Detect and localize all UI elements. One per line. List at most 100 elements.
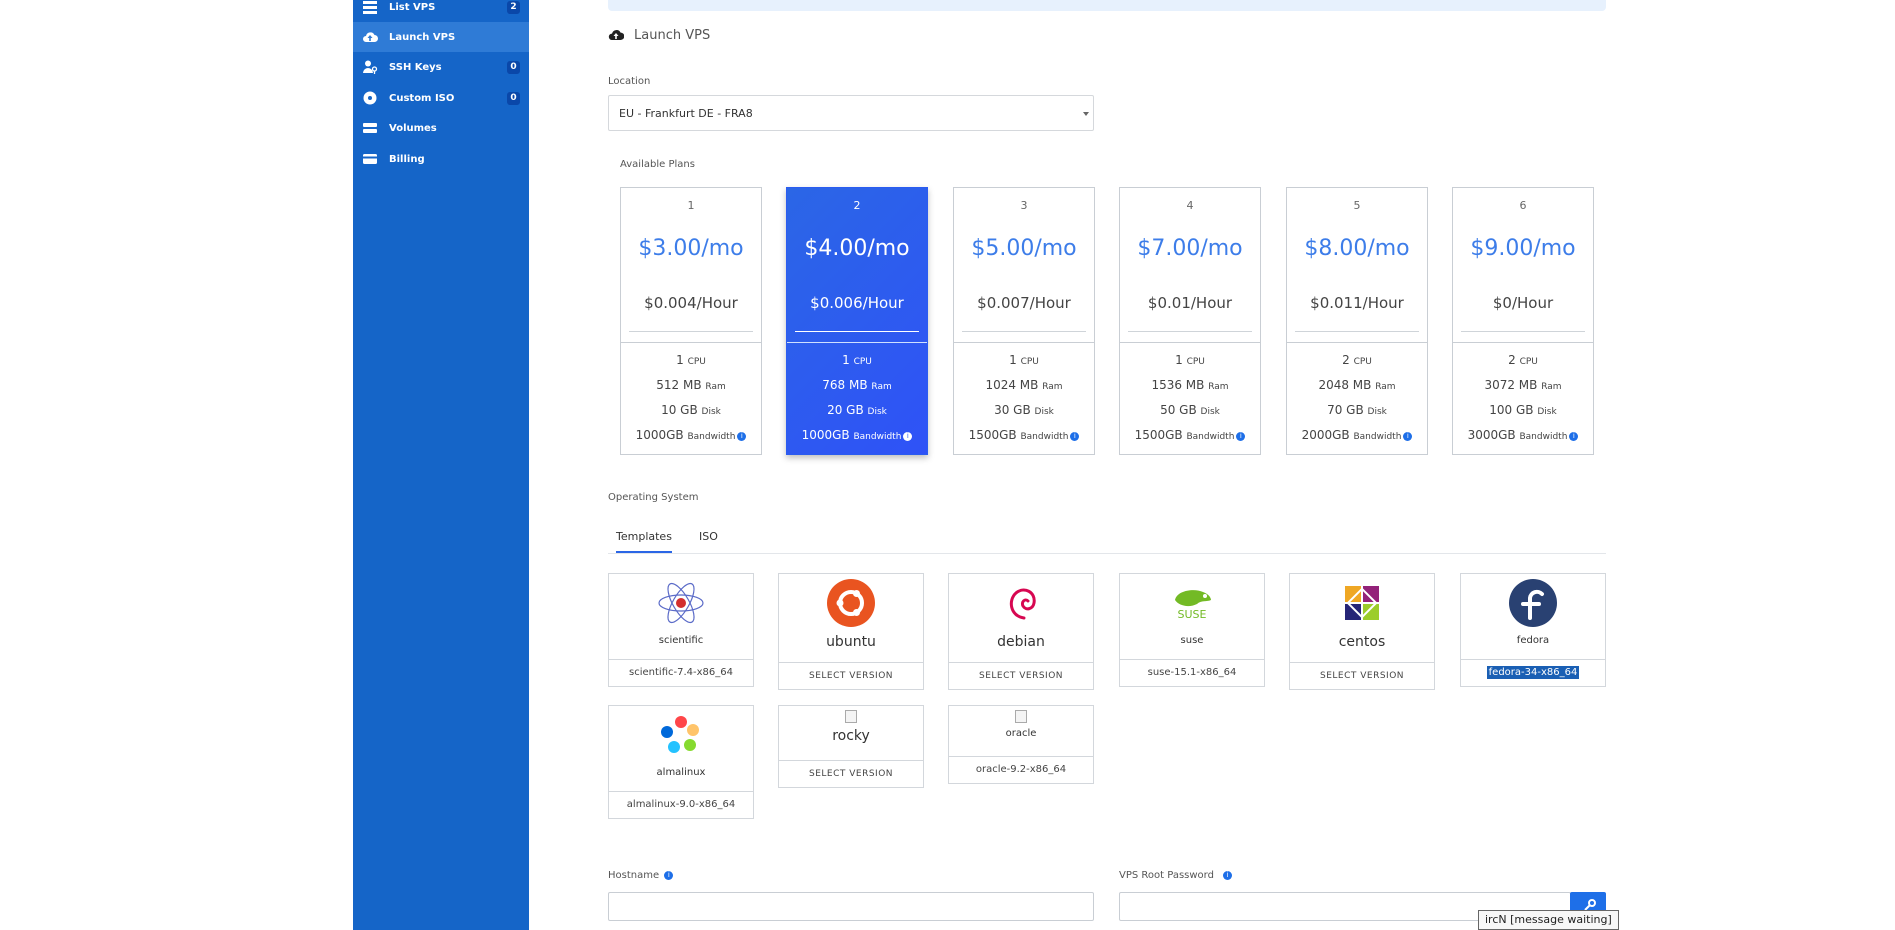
sidebar-item-list-vps[interactable]: List VPS 2 xyxy=(353,0,529,22)
os-card-oracle[interactable]: oracle oracle-9.2-x86_64 xyxy=(948,705,1094,784)
centos-logo-icon xyxy=(1345,586,1379,620)
info-icon[interactable]: i xyxy=(903,432,913,441)
tab-templates[interactable]: Templates xyxy=(616,530,672,553)
os-name: oracle xyxy=(1005,728,1037,739)
sidebar-item-label: SSH Keys xyxy=(389,61,442,73)
os-name: almalinux xyxy=(656,767,706,778)
plan-disk: 10 GB Disk xyxy=(661,403,721,417)
info-icon[interactable]: i xyxy=(1403,432,1413,441)
os-tabs: Templates ISO xyxy=(608,525,1606,554)
plan-cpu: 1 CPU xyxy=(1009,353,1039,367)
sidebar: List VPS 2 Launch VPS SSH Keys 0 Custom … xyxy=(353,0,529,930)
plan-card-6[interactable]: 6 $9.00/mo $0/Hour 2 CPU 3072 MB Ram 100… xyxy=(1452,187,1594,455)
volumes-stack-icon xyxy=(363,123,377,133)
location-select[interactable]: EU - Frankfurt DE - FRA8 xyxy=(608,95,1094,131)
info-icon[interactable]: i xyxy=(664,871,674,880)
divider xyxy=(1295,331,1419,332)
plan-ram: 768 MB Ram xyxy=(822,378,892,392)
plan-ram: 1536 MB Ram xyxy=(1151,378,1229,392)
plan-disk: 30 GB Disk xyxy=(994,403,1054,417)
tab-iso[interactable]: ISO xyxy=(699,530,718,543)
os-name: scientific xyxy=(658,635,704,646)
opensuse-logo-icon: SUSE xyxy=(1175,590,1211,621)
plan-hourly: $0.004/Hour xyxy=(644,294,738,312)
plan-card-5[interactable]: 5 $8.00/mo $0.011/Hour 2 CPU 2048 MB Ram… xyxy=(1286,187,1428,455)
plan-cpu: 1 CPU xyxy=(676,353,706,367)
os-version: oracle-9.2-x86_64 xyxy=(949,756,1093,783)
plan-card-1[interactable]: 1 $3.00/mo $0.004/Hour 1 CPU 512 MB Ram … xyxy=(620,187,762,455)
plan-ram: 2048 MB Ram xyxy=(1318,378,1396,392)
sidebar-item-custom-iso[interactable]: Custom ISO 0 xyxy=(353,83,529,113)
count-badge: 0 xyxy=(507,60,520,74)
sidebar-item-label: Custom ISO xyxy=(389,92,455,104)
os-card-centos[interactable]: centos SELECT VERSION xyxy=(1289,573,1435,690)
info-icon[interactable]: i xyxy=(1569,432,1579,441)
plan-ram: 512 MB Ram xyxy=(656,378,726,392)
server-list-icon xyxy=(363,1,377,14)
divider xyxy=(621,342,761,343)
plan-disk: 70 GB Disk xyxy=(1327,403,1387,417)
plan-card-2[interactable]: 2 $4.00/mo $0.006/Hour 1 CPU 768 MB Ram … xyxy=(786,187,928,455)
info-icon[interactable]: i xyxy=(1070,432,1080,441)
plan-bandwidth: 1500GB Bandwidth i xyxy=(1120,428,1260,442)
plan-price: $8.00/mo xyxy=(1304,236,1410,261)
info-icon[interactable]: i xyxy=(1236,432,1246,441)
divider xyxy=(1461,331,1585,332)
plan-number: 5 xyxy=(1353,199,1361,212)
sidebar-item-volumes[interactable]: Volumes xyxy=(353,113,529,143)
plan-number: 1 xyxy=(687,199,695,212)
password-label: VPS Root Password i xyxy=(1119,870,1233,881)
select-version-button[interactable]: SELECT VERSION xyxy=(779,662,923,689)
select-version-button[interactable]: SELECT VERSION xyxy=(1290,662,1434,689)
caret-down-icon xyxy=(1083,112,1089,116)
plan-hourly: $0.007/Hour xyxy=(977,294,1071,312)
divider xyxy=(1287,342,1427,343)
svg-text:SUSE: SUSE xyxy=(1178,608,1207,621)
os-card-scientific[interactable]: scientific scientific-7.4-x86_64 xyxy=(608,573,754,687)
hostname-label: Hostname i xyxy=(608,870,674,881)
os-name: ubuntu xyxy=(826,634,876,650)
plan-number: 6 xyxy=(1519,199,1527,212)
plan-disk: 100 GB Disk xyxy=(1489,403,1557,417)
plan-number: 3 xyxy=(1020,199,1028,212)
plan-hourly: $0.011/Hour xyxy=(1310,294,1404,312)
location-value: EU - Frankfurt DE - FRA8 xyxy=(619,107,753,120)
plan-cpu: 2 CPU xyxy=(1508,353,1538,367)
plan-disk: 20 GB Disk xyxy=(827,403,887,417)
fedora-logo-icon xyxy=(1509,579,1557,627)
plan-hourly: $0.006/Hour xyxy=(810,294,904,312)
credit-card-icon xyxy=(363,154,377,164)
tooltip: ircN [message waiting] xyxy=(1478,910,1619,930)
os-card-ubuntu[interactable]: ubuntu SELECT VERSION xyxy=(778,573,924,690)
divider xyxy=(954,342,1094,343)
select-version-button[interactable]: SELECT VERSION xyxy=(779,760,923,787)
almalinux-logo-icon xyxy=(661,716,699,753)
debian-logo-icon xyxy=(1009,588,1036,620)
info-icon[interactable]: i xyxy=(737,432,747,441)
os-card-almalinux[interactable]: almalinux almalinux-9.0-x86_64 xyxy=(608,705,754,819)
os-card-suse[interactable]: SUSE suse suse-15.1-x86_64 xyxy=(1119,573,1265,687)
sidebar-item-ssh-keys[interactable]: SSH Keys 0 xyxy=(353,52,529,82)
os-card-debian[interactable]: debian SELECT VERSION xyxy=(948,573,1094,690)
plan-price: $9.00/mo xyxy=(1470,236,1576,261)
alert-bar xyxy=(608,0,1606,11)
divider xyxy=(1120,342,1260,343)
os-version: fedora-34-x86_64 xyxy=(1461,659,1605,686)
sidebar-item-billing[interactable]: Billing xyxy=(353,144,529,174)
os-version: suse-15.1-x86_64 xyxy=(1120,659,1264,686)
plan-disk: 50 GB Disk xyxy=(1160,403,1220,417)
os-card-rocky[interactable]: rocky SELECT VERSION xyxy=(778,705,924,788)
disc-icon xyxy=(363,91,377,105)
os-card-fedora[interactable]: fedora fedora-34-x86_64 xyxy=(1460,573,1606,687)
info-icon[interactable]: i xyxy=(1223,871,1233,880)
plan-card-4[interactable]: 4 $7.00/mo $0.01/Hour 1 CPU 1536 MB Ram … xyxy=(1119,187,1261,455)
plan-number: 4 xyxy=(1186,199,1194,212)
plan-card-3[interactable]: 3 $5.00/mo $0.007/Hour 1 CPU 1024 MB Ram… xyxy=(953,187,1095,455)
hostname-input[interactable] xyxy=(608,892,1094,921)
select-version-button[interactable]: SELECT VERSION xyxy=(949,662,1093,689)
broken-image-icon xyxy=(845,710,857,723)
sidebar-item-label: Volumes xyxy=(389,122,437,134)
sidebar-item-launch-vps[interactable]: Launch VPS xyxy=(353,22,529,52)
plan-cpu: 2 CPU xyxy=(1342,353,1372,367)
plan-price: $7.00/mo xyxy=(1137,236,1243,261)
